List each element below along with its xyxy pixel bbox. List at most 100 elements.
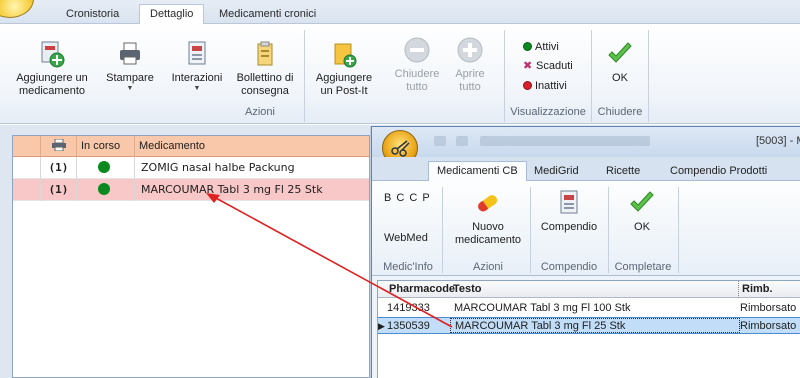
interactions-label: Interazioni [171,72,223,84]
ok-label: OK [612,72,628,84]
checkmark-icon [608,42,632,63]
blurred-icon [434,136,446,146]
grid-header: In corso Medicamento [13,136,369,157]
plus-circle-icon [457,37,483,63]
tab-compendio-prodotti[interactable]: Compendio Prodotti [662,162,775,181]
group-label-visualizzazione: Visualizzazione [510,106,586,118]
group-label-azioni: Azioni [245,106,275,118]
close-all-button[interactable]: Chiudere tutto [390,36,444,94]
grid-row-gutter [13,157,41,179]
window-ok-button[interactable]: OK [620,189,664,234]
col-header-pharmacode[interactable]: Pharmacode [386,281,456,298]
grid-row-count: (1) [41,179,77,201]
delivery-note-label-1: Bollettino di [236,72,294,84]
legend-active[interactable]: Attivi [523,41,559,54]
compendio-button[interactable]: Compendio [534,189,604,234]
blurred-title-text [480,136,650,146]
ribbon-separator [648,30,649,122]
expired-icon: ✖ [523,60,533,72]
legend-inactive[interactable]: Inattivi [523,80,567,93]
window-ok-label: OK [634,221,650,233]
ribbon-separator [304,30,305,122]
window-title-bar: [5003] - M [372,127,800,157]
compendio-icon [560,190,578,214]
list-item-code: 1350539 [387,320,430,332]
print-dropdown-arrow: ▼ [126,85,134,92]
medication-grid: In corso Medicamento (1) ZOMIG nasal hal… [12,135,370,378]
delivery-note-label-2: consegna [241,85,289,97]
grid-row-medication: ZOMIG nasal halbe Packung [141,161,295,174]
legend-active-label: Attivi [535,41,559,53]
group-label-compendio: Compendio [540,261,598,273]
list-item-rimb: Rimborsato [740,320,797,332]
window-ribbon: B C C P WebMed Medic'Info Nuovo medicame… [372,181,800,276]
legend-expired-label: Scaduti [536,60,573,72]
ribbon-separator [442,187,443,273]
ribbon-separator [591,30,592,122]
tab-cronistoria[interactable]: Cronistoria [56,5,129,24]
green-dot-icon [98,161,110,173]
add-postit-label-2: un Post-It [320,85,368,97]
add-medication-label-2: medicamento [18,85,86,97]
letter-filter-buttons[interactable]: B C C P [384,192,431,204]
tab-medicamenti-cronici[interactable]: Medicamenti cronici [209,5,326,24]
main-tab-bar: Cronistoria Dettaglio Medicamenti cronic… [0,0,800,25]
tab-dettaglio[interactable]: Dettaglio [139,4,205,25]
add-medication-icon [41,41,65,68]
webmed-button[interactable]: WebMed [384,232,428,244]
printer-icon [51,138,66,152]
add-medication-button[interactable]: Aggiungere un medicamento [4,40,100,98]
close-all-label-1: Chiudere [394,68,440,80]
red-dot-icon [523,81,532,90]
open-all-label-2: tutto [459,81,481,93]
list-item-text: MARCOUMAR Tabl 3 mg Fl 25 Stk [450,318,740,333]
grid-header-medication[interactable]: Medicamento [135,136,369,157]
tab-ricette[interactable]: Ricette [598,162,648,181]
interactions-button[interactable]: Interazioni ▼ [166,40,228,93]
add-postit-label-1: Aggiungere [315,72,373,84]
print-button[interactable]: Stampare ▼ [104,40,156,93]
product-list: Pharmacode Testo Rimb. 1419333 MARCOUMAR… [377,280,800,378]
green-dot-icon [523,42,532,51]
ok-button[interactable]: OK [600,40,640,85]
list-item-code: 1419333 [387,302,430,314]
tab-medicamenti-cb[interactable]: Medicamenti CB [428,161,527,182]
grid-row[interactable]: (1) ZOMIG nasal halbe Packung [13,157,369,179]
group-label-completare: Completare [614,261,672,273]
minus-circle-icon [404,37,430,63]
ribbon-separator [504,30,505,122]
ribbon-separator [608,187,609,273]
ribbon-separator [678,187,679,273]
medication-picker-window: [5003] - M Medicamenti CB MediGrid Ricet… [371,126,800,378]
row-pointer-icon: ▶ [378,321,385,331]
printer-icon [120,42,140,65]
grid-row-status [77,179,135,201]
new-medication-button[interactable]: Nuovo medicamento [448,189,528,247]
list-item[interactable]: 1419333 MARCOUMAR Tabl 3 mg Fl 100 Stk R… [378,300,800,317]
open-all-button[interactable]: Aprire tutto [448,36,492,94]
group-label-medicinfo: Medic'Info [383,261,433,273]
main-ribbon: Aggiungere un medicamento Stampare ▼ Int… [0,24,800,124]
grid-row-status [77,157,135,179]
col-header-rimb[interactable]: Rimb. [738,281,800,298]
grid-row-gutter [13,179,41,201]
add-medication-label-1: Aggiungere un [16,72,88,84]
close-all-label-2: tutto [406,81,428,93]
print-label: Stampare [106,72,154,84]
legend-expired[interactable]: ✖ Scaduti [523,60,573,73]
product-list-header: Pharmacode Testo Rimb. [378,281,800,298]
checkmark-icon [630,191,654,212]
grid-row-count: (1) [41,157,77,179]
tab-medigrid[interactable]: MediGrid [526,162,587,181]
blurred-icon [456,136,468,146]
list-item-rimb: Rimborsato [740,302,797,314]
col-header-testo[interactable]: Testo [450,281,730,298]
open-all-label-1: Aprire [455,68,485,80]
grid-row-selected[interactable]: (1) MARCOUMAR Tabl 3 mg Fl 25 Stk [13,179,369,201]
list-item-selected[interactable]: ▶ 1350539 MARCOUMAR Tabl 3 mg Fl 25 Stk … [378,317,800,334]
grid-header-print[interactable] [41,136,77,157]
delivery-note-button[interactable]: Bollettino di consegna [232,40,298,98]
legend-inactive-label: Inattivi [535,80,567,92]
grid-header-status[interactable]: In corso [77,136,135,157]
add-postit-button[interactable]: Aggiungere un Post-It [309,40,379,98]
